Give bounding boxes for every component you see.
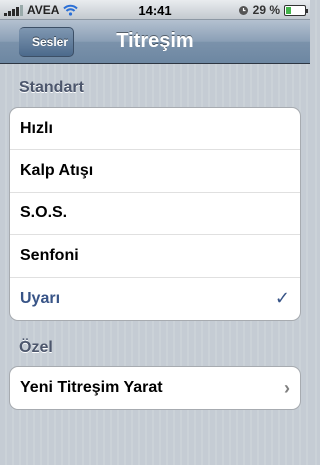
standard-vibrations-group: Hızlı Kalp Atışı S.O.S. Senfoni Uyarı ✓	[9, 107, 301, 321]
battery-icon	[284, 4, 308, 16]
list-item-sos[interactable]: S.O.S.	[10, 193, 300, 236]
battery-percent: 29 %	[252, 3, 280, 17]
chevron-right-icon: ›	[284, 377, 290, 398]
section-header-standard: Standart	[19, 79, 84, 96]
status-right: 29 %	[238, 3, 308, 17]
list-item-hizli[interactable]: Hızlı	[10, 108, 300, 151]
create-new-vibration-item[interactable]: Yeni Titreşim Yarat ›	[10, 367, 300, 409]
list-item-label: S.O.S.	[20, 204, 68, 222]
list-item-senfoni[interactable]: Senfoni	[10, 235, 300, 278]
alarm-clock-icon	[238, 5, 248, 15]
status-bar: AVEA 14:41 29 %	[0, 0, 310, 20]
battery-level-fill	[286, 6, 292, 14]
custom-vibrations-group: Yeni Titreşim Yarat ›	[9, 366, 301, 411]
list-item-uyari[interactable]: Uyarı ✓	[10, 278, 300, 320]
page-title: Titreşim	[116, 30, 194, 52]
list-item-kalp-atisi[interactable]: Kalp Atışı	[10, 150, 300, 193]
list-item-label: Kalp Atışı	[20, 162, 94, 180]
list-item-label: Hızlı	[20, 119, 53, 137]
section-header-custom: Özel	[19, 339, 53, 356]
list-item-label: Uyarı	[20, 289, 61, 307]
checkmark-icon: ✓	[274, 288, 290, 309]
navigation-bar: Sesler Titreşim	[0, 20, 310, 64]
list-item-label: Yeni Titreşim Yarat	[20, 379, 163, 397]
list-item-label: Senfoni	[20, 246, 79, 264]
